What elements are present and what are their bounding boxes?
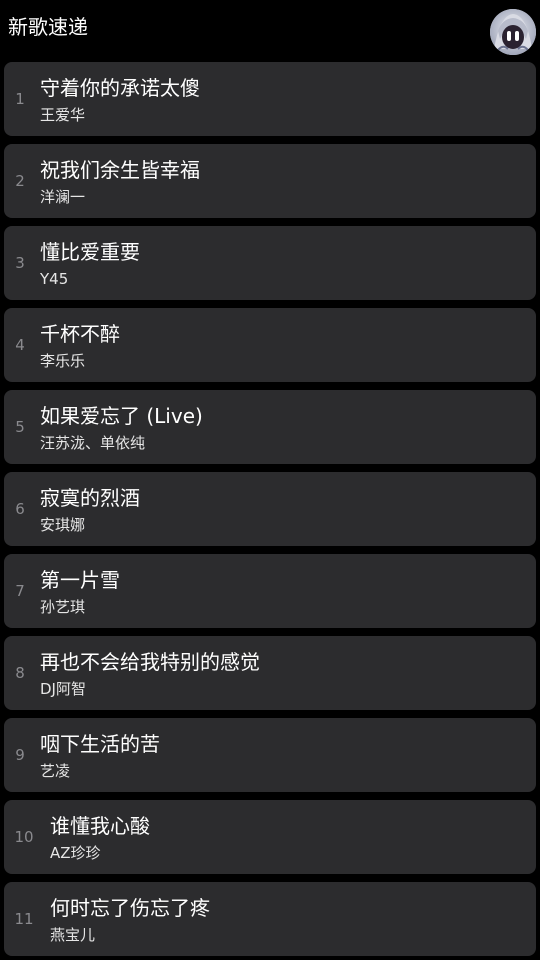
song-rank: 10 xyxy=(14,828,34,846)
song-item[interactable]: 3 懂比爱重要 Y45 xyxy=(4,226,536,300)
song-title: 再也不会给我特别的感觉 xyxy=(40,650,260,674)
song-artist: 艺凌 xyxy=(40,762,71,780)
song-artist: AZ珍珍 xyxy=(50,844,101,862)
song-item[interactable]: 4 千杯不醉 李乐乐 xyxy=(4,308,536,382)
song-rank: 3 xyxy=(15,254,25,272)
song-artist: 安琪娜 xyxy=(40,516,86,534)
song-title: 懂比爱重要 xyxy=(40,240,140,264)
song-rank: 11 xyxy=(14,910,34,928)
song-title: 咽下生活的苦 xyxy=(40,732,160,756)
song-artist: 洋澜一 xyxy=(40,188,86,206)
song-item[interactable]: 10 谁懂我心酸 AZ珍珍 xyxy=(4,800,536,874)
song-artist: DJ阿智 xyxy=(40,680,86,698)
song-title: 寂寞的烈酒 xyxy=(40,486,140,510)
song-artist: 李乐乐 xyxy=(40,352,86,370)
song-artist: 孙艺琪 xyxy=(40,598,86,616)
song-title: 如果爱忘了 (Live) xyxy=(40,404,203,428)
song-title: 守着你的承诺太傻 xyxy=(40,76,200,100)
song-artist: 王爱华 xyxy=(40,106,86,124)
song-item[interactable]: 5 如果爱忘了 (Live) 汪苏泷、单依纯 xyxy=(4,390,536,464)
song-artist: Y45 xyxy=(40,270,69,288)
song-title: 第一片雪 xyxy=(40,568,120,592)
song-rank: 6 xyxy=(15,500,25,518)
song-rank: 2 xyxy=(15,172,25,190)
song-item[interactable]: 6 寂寞的烈酒 安琪娜 xyxy=(4,472,536,546)
song-title: 千杯不醉 xyxy=(40,322,120,346)
song-list: 1 守着你的承诺太傻 王爱华 2 祝我们余生皆幸福 洋澜一 3 懂比爱重要 Y4… xyxy=(0,0,540,960)
song-item[interactable]: 8 再也不会给我特别的感觉 DJ阿智 xyxy=(4,636,536,710)
song-rank: 9 xyxy=(15,746,25,764)
song-item[interactable]: 7 第一片雪 孙艺琪 xyxy=(4,554,536,628)
song-item[interactable]: 2 祝我们余生皆幸福 洋澜一 xyxy=(4,144,536,218)
song-artist: 汪苏泷、单依纯 xyxy=(40,434,146,452)
song-item[interactable]: 1 守着你的承诺太傻 王爱华 xyxy=(4,62,536,136)
song-title: 谁懂我心酸 xyxy=(50,814,150,838)
song-rank: 4 xyxy=(15,336,25,354)
song-title: 何时忘了伤忘了疼 xyxy=(50,896,210,920)
song-artist: 燕宝儿 xyxy=(50,926,96,944)
song-rank: 5 xyxy=(15,418,25,436)
song-rank: 8 xyxy=(15,664,25,682)
song-item[interactable]: 9 咽下生活的苦 艺凌 xyxy=(4,718,536,792)
song-title: 祝我们余生皆幸福 xyxy=(40,158,200,182)
song-rank: 7 xyxy=(15,582,25,600)
song-item[interactable]: 11 何时忘了伤忘了疼 燕宝儿 xyxy=(4,882,536,956)
song-rank: 1 xyxy=(15,90,25,108)
